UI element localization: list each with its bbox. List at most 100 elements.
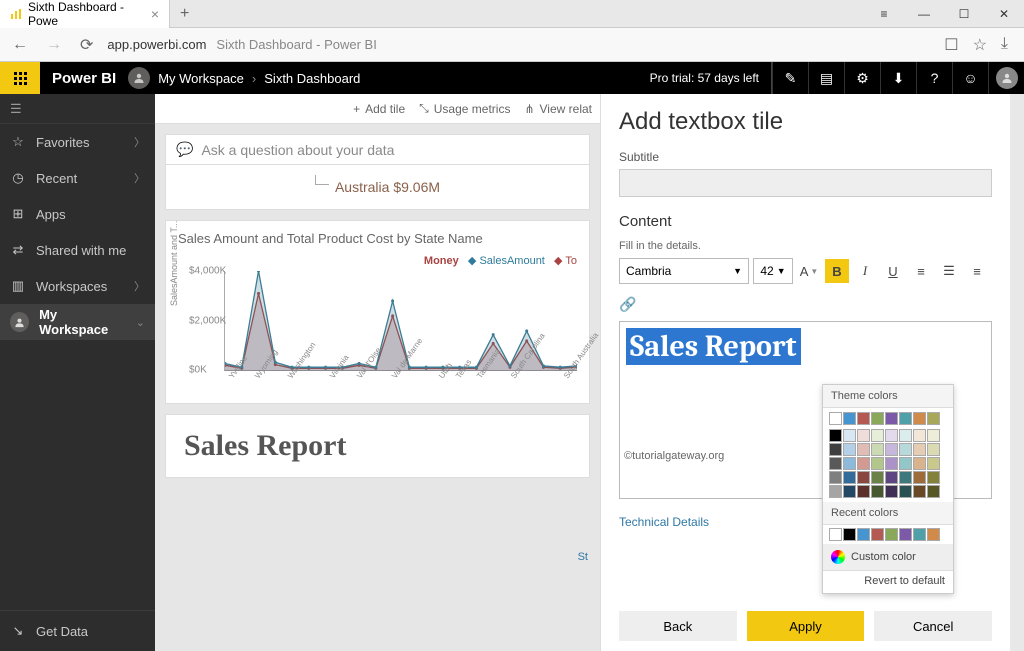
window-settings-icon[interactable]: ≡ xyxy=(864,0,904,28)
color-swatch[interactable] xyxy=(899,471,912,484)
nav-favorites[interactable]: ☆ Favorites 〉 xyxy=(0,124,155,160)
color-swatch[interactable] xyxy=(857,485,870,498)
apply-button[interactable]: Apply xyxy=(747,611,865,641)
bold-button[interactable]: B xyxy=(825,259,849,283)
color-swatch[interactable] xyxy=(913,457,926,470)
color-swatch[interactable] xyxy=(829,457,842,470)
settings-icon[interactable]: ⚙ xyxy=(844,62,880,94)
window-maximize-icon[interactable]: ☐ xyxy=(944,0,984,28)
color-swatch[interactable] xyxy=(871,443,884,456)
nav-recent[interactable]: ◷ Recent 〉 xyxy=(0,160,155,196)
color-swatch[interactable] xyxy=(913,528,926,541)
color-swatch[interactable] xyxy=(829,485,842,498)
underline-button[interactable]: U xyxy=(881,259,905,283)
color-swatch[interactable] xyxy=(829,412,842,425)
color-swatch[interactable] xyxy=(885,412,898,425)
color-swatch[interactable] xyxy=(843,429,856,442)
truncated-link[interactable]: St xyxy=(578,551,588,563)
window-close-icon[interactable]: ✕ xyxy=(984,0,1024,28)
color-swatch[interactable] xyxy=(843,528,856,541)
color-swatch[interactable] xyxy=(871,457,884,470)
new-tab-button[interactable]: + xyxy=(170,5,199,23)
color-swatch[interactable] xyxy=(913,443,926,456)
color-swatch[interactable] xyxy=(871,528,884,541)
textbox-tile[interactable]: Sales Report xyxy=(165,414,590,478)
color-swatch[interactable] xyxy=(927,443,940,456)
color-swatch[interactable] xyxy=(829,429,842,442)
align-left-button[interactable]: ≡ xyxy=(909,259,933,283)
color-swatch[interactable] xyxy=(829,471,842,484)
color-swatch[interactable] xyxy=(871,429,884,442)
color-swatch[interactable] xyxy=(871,485,884,498)
color-swatch[interactable] xyxy=(899,429,912,442)
color-swatch[interactable] xyxy=(927,471,940,484)
nav-back-icon[interactable]: ← xyxy=(8,36,32,54)
color-swatch[interactable] xyxy=(885,471,898,484)
usage-metrics-button[interactable]: ⤡Usage metrics xyxy=(419,101,510,116)
nav-reload-icon[interactable]: ⟳ xyxy=(76,35,97,55)
color-swatch[interactable] xyxy=(913,485,926,498)
color-swatch[interactable] xyxy=(885,429,898,442)
color-swatch[interactable] xyxy=(913,429,926,442)
color-swatch[interactable] xyxy=(913,412,926,425)
help-icon[interactable]: ? xyxy=(916,62,952,94)
color-swatch[interactable] xyxy=(857,412,870,425)
subtitle-input[interactable] xyxy=(619,169,992,197)
tab-close-icon[interactable]: × xyxy=(151,6,159,22)
window-minimize-icon[interactable]: — xyxy=(904,0,944,28)
color-swatch[interactable] xyxy=(927,457,940,470)
color-swatch[interactable] xyxy=(829,528,842,541)
back-button[interactable]: Back xyxy=(619,611,737,641)
color-swatch[interactable] xyxy=(885,457,898,470)
cancel-button[interactable]: Cancel xyxy=(874,611,992,641)
custom-color-item[interactable]: Custom color xyxy=(823,544,953,570)
chat-icon[interactable]: ▤ xyxy=(808,62,844,94)
color-swatch[interactable] xyxy=(857,528,870,541)
align-right-button[interactable]: ≡ xyxy=(965,259,989,283)
feedback-icon[interactable]: ☺ xyxy=(952,62,988,94)
add-tile-button[interactable]: +Add tile xyxy=(353,102,405,116)
download-icon[interactable]: ⤓ xyxy=(1001,35,1008,55)
align-center-button[interactable]: ☰ xyxy=(937,259,961,283)
color-swatch[interactable] xyxy=(899,457,912,470)
color-swatch[interactable] xyxy=(843,443,856,456)
color-swatch[interactable] xyxy=(927,485,940,498)
color-swatch[interactable] xyxy=(927,429,940,442)
color-swatch[interactable] xyxy=(885,528,898,541)
edit-icon[interactable]: ✎ xyxy=(772,62,808,94)
font-size-select[interactable]: 42▼ xyxy=(753,258,793,284)
revert-default[interactable]: Revert to default xyxy=(823,570,953,591)
download-top-icon[interactable]: ⬇ xyxy=(880,62,916,94)
nav-shared[interactable]: ⇄ Shared with me xyxy=(0,232,155,268)
app-launcher[interactable] xyxy=(0,62,40,94)
color-swatch[interactable] xyxy=(857,471,870,484)
nav-workspaces[interactable]: ▥ Workspaces 〉 xyxy=(0,268,155,304)
breadcrumb-workspace[interactable]: My Workspace xyxy=(158,71,244,86)
color-swatch[interactable] xyxy=(885,485,898,498)
color-swatch[interactable] xyxy=(913,471,926,484)
color-swatch[interactable] xyxy=(843,412,856,425)
nav-apps[interactable]: ⊞ Apps xyxy=(0,196,155,232)
color-swatch[interactable] xyxy=(899,443,912,456)
color-swatch[interactable] xyxy=(843,457,856,470)
color-swatch[interactable] xyxy=(899,412,912,425)
nav-my-workspace[interactable]: My Workspace ⌄ xyxy=(0,304,155,340)
view-related-button[interactable]: ⋔View relat xyxy=(524,102,592,116)
url-input[interactable]: app.powerbi.com Sixth Dashboard - Power … xyxy=(107,37,934,52)
font-family-select[interactable]: Cambria▼ xyxy=(619,258,749,284)
italic-button[interactable]: I xyxy=(853,259,877,283)
color-swatch[interactable] xyxy=(871,471,884,484)
color-swatch[interactable] xyxy=(843,471,856,484)
color-swatch[interactable] xyxy=(829,443,842,456)
star-icon[interactable]: ☆ xyxy=(973,35,987,55)
color-swatch[interactable] xyxy=(885,443,898,456)
color-swatch[interactable] xyxy=(927,528,940,541)
hyperlink-button[interactable]: 🔗 xyxy=(619,296,992,313)
nav-get-data[interactable]: ↘ Get Data xyxy=(0,610,155,651)
browser-tab[interactable]: Sixth Dashboard - Powe × xyxy=(0,0,170,28)
color-swatch[interactable] xyxy=(857,457,870,470)
color-swatch[interactable] xyxy=(871,412,884,425)
color-swatch[interactable] xyxy=(899,485,912,498)
color-swatch[interactable] xyxy=(843,485,856,498)
color-swatch[interactable] xyxy=(899,528,912,541)
